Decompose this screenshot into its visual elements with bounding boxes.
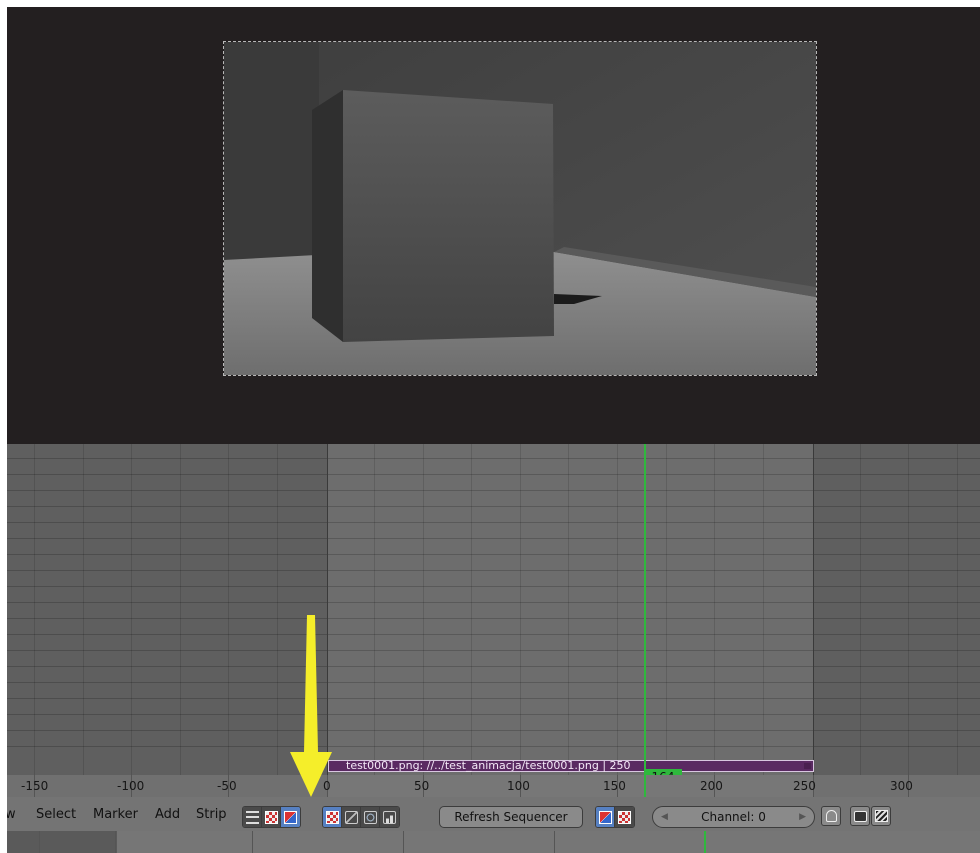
frame-ruler[interactable]: -150 -100 -50 0 50 100 150 200 250 300 xyxy=(7,775,980,797)
ruler-label: -100 xyxy=(117,779,145,793)
image-mode-button[interactable] xyxy=(323,807,342,827)
sequencer-preview-button[interactable] xyxy=(281,807,300,827)
ruler-label: 0 xyxy=(323,779,331,793)
ghost-button[interactable] xyxy=(821,806,841,826)
vectorscope-icon xyxy=(363,810,377,824)
display-mode-group xyxy=(322,806,400,828)
render-preview-image xyxy=(224,42,816,375)
sequencer-preview-icon xyxy=(284,810,297,824)
ruler-label: -150 xyxy=(21,779,49,793)
playhead-ruler-marker xyxy=(644,775,646,797)
range-end-line xyxy=(813,444,814,775)
image-icon xyxy=(325,810,339,824)
chevron-left-icon[interactable]: ◀ xyxy=(661,807,668,827)
channel-field[interactable]: ◀ Channel: 0 ▶ xyxy=(652,806,815,828)
strip-handle[interactable] xyxy=(804,763,811,769)
range-start-line xyxy=(327,444,328,775)
render-animation-button[interactable] xyxy=(871,806,891,826)
playhead-lower xyxy=(704,831,706,853)
sequencer-timeline[interactable]: test0001.png: //../test_animacja/test000… xyxy=(7,444,980,775)
menu-select[interactable]: Select xyxy=(36,807,76,822)
chevron-right-icon[interactable]: ▶ xyxy=(799,807,806,827)
alpha-checker-button[interactable] xyxy=(615,807,634,827)
menu-add[interactable]: Add xyxy=(155,807,180,822)
waveform-icon xyxy=(344,810,358,824)
strip-label: test0001.png: //../test_animacja/test000… xyxy=(346,759,631,772)
vectorscope-mode-button[interactable] xyxy=(361,807,380,827)
color-picker-icon xyxy=(598,810,612,824)
clapper-icon xyxy=(874,810,888,822)
waveform-mode-button[interactable] xyxy=(342,807,361,827)
ruler-label: 200 xyxy=(700,779,723,793)
color-picker-button[interactable] xyxy=(596,807,615,827)
view-type-group xyxy=(242,806,301,828)
ghost-icon xyxy=(825,810,837,822)
opengl-render-button[interactable] xyxy=(850,806,870,826)
menu-marker[interactable]: Marker xyxy=(93,807,138,822)
sequencer-view-button[interactable] xyxy=(243,807,262,827)
ruler-label: 250 xyxy=(793,779,816,793)
ruler-label: 300 xyxy=(890,779,913,793)
menu-strip[interactable]: Strip xyxy=(196,807,227,822)
histogram-mode-button[interactable] xyxy=(380,807,399,827)
channel-value: Channel: 0 xyxy=(701,810,766,824)
sequencer-preview xyxy=(7,7,980,444)
ruler-label: 50 xyxy=(414,779,430,793)
cube-scene-image xyxy=(224,42,816,375)
refresh-sequencer-button[interactable]: Refresh Sequencer xyxy=(439,806,583,828)
next-editor-strip xyxy=(7,831,980,853)
menu-view[interactable]: w xyxy=(7,807,16,822)
channel-display-group xyxy=(595,806,635,828)
ruler-label: 150 xyxy=(603,779,626,793)
camera-icon xyxy=(853,810,867,822)
image-strip[interactable]: test0001.png: //../test_animacja/test000… xyxy=(328,759,814,772)
alpha-checker-icon xyxy=(618,810,631,824)
blender-window: test0001.png: //../test_animacja/test000… xyxy=(7,7,980,853)
playhead[interactable] xyxy=(644,444,646,775)
sequencer-header: w Select Marker Add Strip Refresh Sequen… xyxy=(7,797,980,831)
preview-icon xyxy=(264,810,278,824)
ruler-label: -50 xyxy=(217,779,237,793)
histogram-icon xyxy=(383,810,396,824)
ruler-label: 100 xyxy=(507,779,530,793)
preview-view-button[interactable] xyxy=(262,807,281,827)
sequencer-icon xyxy=(245,810,259,824)
